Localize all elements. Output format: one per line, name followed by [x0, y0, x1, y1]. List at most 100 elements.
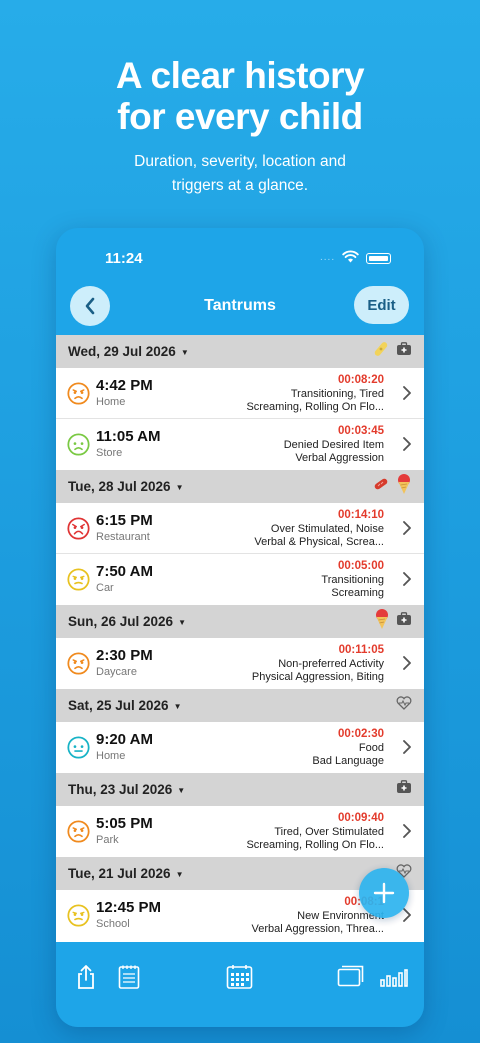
sad-green-face-icon — [67, 433, 90, 456]
tantrum-triggers: Over Stimulated, Noise — [270, 523, 384, 535]
ice-cream-icon — [396, 473, 412, 500]
angry-orange-face-icon — [67, 382, 90, 405]
promo-subtitle: Duration, severity, location and trigger… — [0, 150, 480, 198]
promo-subtitle-line1: Duration, severity, location and — [134, 153, 346, 170]
tantrum-row[interactable]: 6:15 PM Restaurant 00:14:10 Over Stimulated… — [56, 503, 424, 554]
bandage-icon — [372, 340, 390, 363]
caret-down-icon: ▼ — [175, 483, 184, 492]
tantrum-duration: 00:09:40 — [337, 812, 384, 824]
tantrum-duration: 00:05:00 — [337, 560, 384, 572]
tantrum-behaviors: Verbal Aggression — [295, 452, 384, 464]
edit-button[interactable]: Edit — [354, 286, 409, 324]
add-tantrum-button[interactable] — [359, 868, 409, 918]
section-date: Tue, 21 Jul 2026 — [68, 866, 171, 881]
tantrum-list[interactable]: Wed, 29 Jul 2026 ▼ 4:42 PM Home 00:08:20 Tran… — [56, 335, 424, 942]
tantrum-location: Restaurant — [96, 531, 150, 543]
status-time: 11:24 — [105, 250, 143, 267]
tantrum-duration: 00:11:05 — [338, 644, 384, 656]
tantrum-triggers: Denied Desired Item — [283, 439, 384, 451]
calendar-icon[interactable] — [226, 964, 253, 990]
angry-orange-face-icon — [67, 820, 90, 843]
status-bar: 11:24 .... — [56, 228, 424, 288]
section-date: Wed, 29 Jul 2026 — [68, 344, 176, 359]
tantrum-behaviors: Screaming, Rolling On Flo... — [246, 839, 384, 851]
tantrum-row[interactable]: 5:05 PM Park 00:09:40 Tired, Over Stimulate… — [56, 806, 424, 857]
tantrum-row[interactable]: 2:30 PM Daycare 00:11:05 Non-preferred Acti… — [56, 638, 424, 689]
caret-down-icon: ▼ — [173, 702, 182, 711]
section-rows: 6:15 PM Restaurant 00:14:10 Over Stimulated… — [56, 503, 424, 605]
tantrum-row[interactable]: 4:42 PM Home 00:08:20 Transitioning, Tired S… — [56, 368, 424, 419]
caret-down-icon: ▼ — [175, 870, 184, 879]
battery-icon — [366, 253, 391, 264]
tantrum-time: 7:50 AM — [96, 563, 153, 580]
promo-headline: A clear history for every child — [0, 55, 480, 137]
section-date: Tue, 28 Jul 2026 — [68, 479, 171, 494]
tantrum-triggers: Tired, Over Stimulated — [274, 826, 384, 838]
tantrum-location: Car — [96, 582, 114, 594]
tantrum-location: School — [96, 918, 130, 930]
chevron-right-icon — [402, 436, 412, 457]
tantrum-time: 6:15 PM — [96, 512, 153, 529]
chevron-right-icon — [402, 907, 412, 928]
section-header[interactable]: Sun, 26 Jul 2026 ▼ — [56, 605, 424, 638]
section-date: Sat, 25 Jul 2026 — [68, 698, 169, 713]
section-icons — [372, 470, 412, 503]
tantrum-time: 11:05 AM — [96, 428, 161, 445]
tantrum-time: 2:30 PM — [96, 647, 153, 664]
medical-kit-icon — [396, 780, 412, 799]
section-header[interactable]: Wed, 29 Jul 2026 ▼ — [56, 335, 424, 368]
furious-red-face-icon — [67, 517, 90, 540]
section-rows: 4:42 PM Home 00:08:20 Transitioning, Tired S… — [56, 368, 424, 470]
section-icons — [396, 689, 412, 722]
tantrum-behaviors: Bad Language — [312, 755, 384, 767]
neutral-teal-face-icon — [67, 736, 90, 759]
tantrum-triggers: Food — [358, 742, 384, 754]
tantrum-triggers: Non-preferred Activity — [278, 658, 384, 670]
tantrum-behaviors: Verbal Aggression, Threa... — [251, 923, 385, 935]
promo-headline-line1: A clear history — [115, 55, 365, 96]
medical-kit-icon — [396, 612, 412, 631]
tantrum-row[interactable]: 11:05 AM Store 00:03:45 Denied Desired Item… — [56, 419, 424, 470]
section-header[interactable]: Tue, 28 Jul 2026 ▼ — [56, 470, 424, 503]
section-date: Thu, 23 Jul 2026 — [68, 782, 173, 797]
share-icon[interactable] — [75, 964, 97, 990]
tantrum-row[interactable]: 9:20 AM Home 00:02:30 Food Bad Language — [56, 722, 424, 773]
tantrum-duration: 00:02:30 — [337, 728, 384, 740]
angry-orange-face-icon — [67, 652, 90, 675]
section-rows: 5:05 PM Park 00:09:40 Tired, Over Stimulate… — [56, 806, 424, 857]
chevron-right-icon — [402, 823, 412, 844]
bar-chart-icon[interactable] — [380, 969, 408, 987]
chevron-right-icon — [402, 655, 412, 676]
section-icons — [372, 335, 412, 368]
tantrum-location: Park — [96, 834, 119, 846]
tantrum-duration: 00:08:20 — [337, 374, 384, 386]
tantrum-location: Home — [96, 750, 126, 762]
section-icons — [374, 605, 412, 638]
bottom-toolbar — [56, 942, 424, 1027]
phone-screen: 11:24 .... Tantrums Edit Wed, 29 Jul 202… — [56, 228, 424, 1027]
cards-icon[interactable] — [337, 964, 364, 988]
caret-down-icon: ▼ — [178, 618, 186, 627]
notes-icon[interactable] — [117, 964, 141, 990]
heart-pulse-icon — [396, 696, 412, 715]
medical-kit-icon — [396, 342, 412, 361]
section-icons — [396, 773, 412, 806]
chevron-right-icon — [402, 739, 412, 760]
plus-icon — [373, 882, 395, 904]
section-date: Sun, 26 Jul 2026 — [68, 614, 174, 629]
section-rows: 2:30 PM Daycare 00:11:05 Non-preferred Acti… — [56, 638, 424, 689]
tantrum-behaviors: Physical Aggression, Biting — [251, 671, 384, 683]
tantrum-behaviors: Screaming, Rolling On Flo... — [246, 401, 384, 413]
tantrum-location: Store — [96, 447, 123, 459]
caret-down-icon: ▼ — [177, 786, 186, 795]
section-header[interactable]: Sat, 25 Jul 2026 ▼ — [56, 689, 424, 722]
tantrum-time: 9:20 AM — [96, 731, 153, 748]
tantrum-behaviors: Verbal & Physical, Screa... — [254, 536, 384, 548]
wifi-icon — [342, 250, 359, 263]
tantrum-time: 12:45 PM — [96, 899, 162, 916]
tantrum-time: 4:42 PM — [96, 377, 153, 394]
annoyed-yellow-face-icon — [67, 904, 90, 927]
tantrum-triggers: Transitioning, Tired — [290, 388, 384, 400]
tantrum-row[interactable]: 7:50 AM Car 00:05:00 Transitioning Screaming — [56, 554, 424, 605]
section-header[interactable]: Thu, 23 Jul 2026 ▼ — [56, 773, 424, 806]
